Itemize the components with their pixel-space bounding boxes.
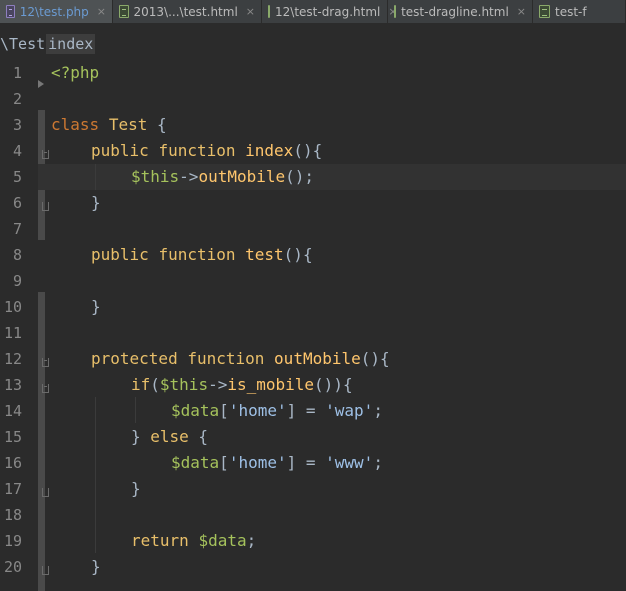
- code-line: if($this->is_mobile()){: [131, 375, 353, 394]
- line-number: 5: [12, 168, 22, 186]
- line-number: 10: [3, 298, 22, 316]
- line-number: 19: [3, 532, 22, 550]
- tab-test-f[interactable]: test-f: [533, 0, 626, 23]
- line-number: 8: [12, 246, 22, 264]
- tab-label: test-dragline.html: [401, 4, 509, 19]
- html-file-icon: [119, 5, 129, 18]
- html-file-icon: [268, 5, 270, 18]
- tab-label: 2013\...\test.html: [133, 4, 238, 19]
- line-number: 2: [12, 90, 22, 108]
- html-file-icon: [394, 5, 397, 18]
- code-line: return $data;: [131, 531, 257, 550]
- line-number: 15: [3, 428, 22, 446]
- line-number: 11: [3, 324, 22, 342]
- tab-test-dragline-html[interactable]: test-dragline.html ×: [388, 0, 533, 23]
- code-line: public function test(){: [91, 245, 313, 264]
- tab-test-php[interactable]: 12\test.php ×: [0, 0, 113, 23]
- code-line: <?php: [51, 63, 100, 82]
- editor-tab-bar: 12\test.php × 2013\...\test.html × 12\te…: [0, 0, 626, 24]
- line-number: 14: [3, 402, 22, 420]
- tab-test-drag-html[interactable]: 12\test-drag.html ×: [262, 0, 398, 23]
- tab-label: 12\test.php: [19, 4, 89, 19]
- breadcrumb: \Test index: [0, 33, 626, 55]
- code-line: class Test {: [51, 115, 167, 134]
- close-icon[interactable]: ×: [246, 5, 255, 18]
- code-line: }: [91, 193, 101, 212]
- html-file-icon: [539, 5, 550, 18]
- line-number: 12: [3, 350, 22, 368]
- code-line: $data['home'] = 'wap';: [171, 401, 383, 420]
- line-number: 18: [3, 506, 22, 524]
- code-line: $data['home'] = 'www';: [171, 453, 383, 472]
- line-number: 16: [3, 454, 22, 472]
- php-file-icon: [6, 5, 15, 18]
- tab-label: 12\test-drag.html: [275, 4, 381, 19]
- code-line: public function index(){: [91, 141, 323, 160]
- line-number: 7: [12, 220, 22, 238]
- line-number: 20: [3, 558, 22, 576]
- line-number: 6: [12, 194, 22, 212]
- breadcrumb-class[interactable]: \Test: [0, 34, 46, 54]
- code-line: }: [131, 479, 141, 498]
- line-number: 13: [3, 376, 22, 394]
- code-line: $this->outMobile();: [131, 167, 315, 186]
- code-line: }: [91, 557, 101, 576]
- close-icon[interactable]: ×: [517, 5, 526, 18]
- close-icon[interactable]: ×: [97, 5, 106, 18]
- line-number: 1: [12, 64, 22, 82]
- line-number: 9: [12, 272, 22, 290]
- tab-2013-test-html[interactable]: 2013\...\test.html ×: [113, 0, 262, 23]
- code-line: protected function outMobile(){: [91, 349, 390, 368]
- change-marker: [38, 292, 45, 591]
- code-content[interactable]: <?php class Test { public function index…: [47, 58, 626, 591]
- tab-label: test-f: [555, 4, 587, 19]
- code-line: } else {: [131, 427, 209, 446]
- code-editor[interactable]: 1 2 3 4 5 6 7 8 9 10 11 12 13 14 15 16 1…: [0, 58, 626, 591]
- line-number: 17: [3, 480, 22, 498]
- fold-arrow-icon[interactable]: [38, 80, 44, 88]
- line-number: 4: [12, 142, 22, 160]
- line-number: 3: [12, 116, 22, 134]
- breadcrumb-method[interactable]: index: [46, 34, 96, 54]
- code-line: }: [91, 297, 101, 316]
